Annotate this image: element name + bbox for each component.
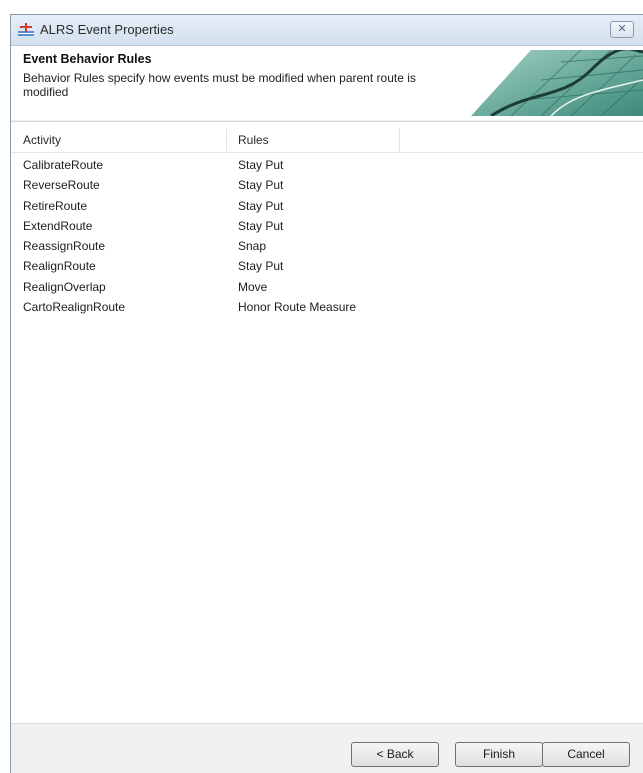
- rule-cell: Stay Put: [238, 218, 284, 233]
- close-button[interactable]: ✕: [610, 21, 634, 38]
- close-icon: ✕: [617, 23, 627, 35]
- column-header-activity[interactable]: Activity: [11, 129, 227, 151]
- wizard-header: Event Behavior Rules Behavior Rules spec…: [11, 46, 643, 120]
- list-item[interactable]: RetireRoute Stay Put: [11, 196, 643, 216]
- route-event-icon: [17, 22, 35, 38]
- dialog-window: ALRS Event Properties ✕ Event Behavior R…: [10, 14, 643, 773]
- activity-cell: RetireRoute: [23, 198, 88, 213]
- list-item[interactable]: RealignOverlap Move: [11, 277, 643, 297]
- rule-cell: Stay Put: [238, 158, 284, 172]
- page-title: Event Behavior Rules: [23, 52, 152, 66]
- activity-cell: ExtendRoute: [23, 218, 93, 233]
- button-bar: < Back Finish Cancel: [11, 723, 643, 773]
- rule-cell: Stay Put: [238, 259, 284, 274]
- list-item[interactable]: CalibrateRoute Stay Put: [11, 155, 643, 175]
- rule-cell: Move: [238, 279, 268, 294]
- window-title: ALRS Event Properties: [40, 22, 174, 37]
- list-item[interactable]: CartoRealignRoute Honor Route Measure: [11, 297, 643, 317]
- rule-cell: Honor Route Measure: [238, 300, 357, 315]
- activity-cell: RealignOverlap: [23, 279, 106, 294]
- rule-cell: Stay Put: [238, 198, 284, 213]
- title-bar[interactable]: ALRS Event Properties ✕: [11, 15, 643, 46]
- list-item[interactable]: RealignRoute Stay Put: [11, 256, 643, 276]
- activity-cell: CartoRealignRoute: [23, 300, 126, 315]
- activity-cell: ReassignRoute: [23, 239, 106, 254]
- finish-button[interactable]: Finish: [455, 742, 543, 767]
- back-button[interactable]: < Back: [351, 742, 439, 767]
- page-description: Behavior Rules specify how events must b…: [23, 71, 416, 99]
- map-banner-image: [471, 50, 643, 116]
- rule-cell: Snap: [238, 239, 267, 254]
- cancel-button[interactable]: Cancel: [542, 742, 630, 767]
- rule-cell: Stay Put: [238, 178, 284, 193]
- rules-list[interactable]: Activity Rules CalibrateRoute Stay Put R…: [11, 121, 643, 723]
- activity-cell: RealignRoute: [23, 259, 96, 274]
- column-header-rules[interactable]: Rules: [228, 129, 400, 151]
- list-item[interactable]: ReassignRoute Snap: [11, 236, 643, 256]
- header-divider: [11, 152, 643, 153]
- list-item[interactable]: ExtendRoute Stay Put: [11, 216, 643, 236]
- list-item[interactable]: ReverseRoute Stay Put: [11, 175, 643, 195]
- activity-cell: CalibrateRoute: [23, 158, 104, 172]
- activity-cell: ReverseRoute: [23, 178, 100, 193]
